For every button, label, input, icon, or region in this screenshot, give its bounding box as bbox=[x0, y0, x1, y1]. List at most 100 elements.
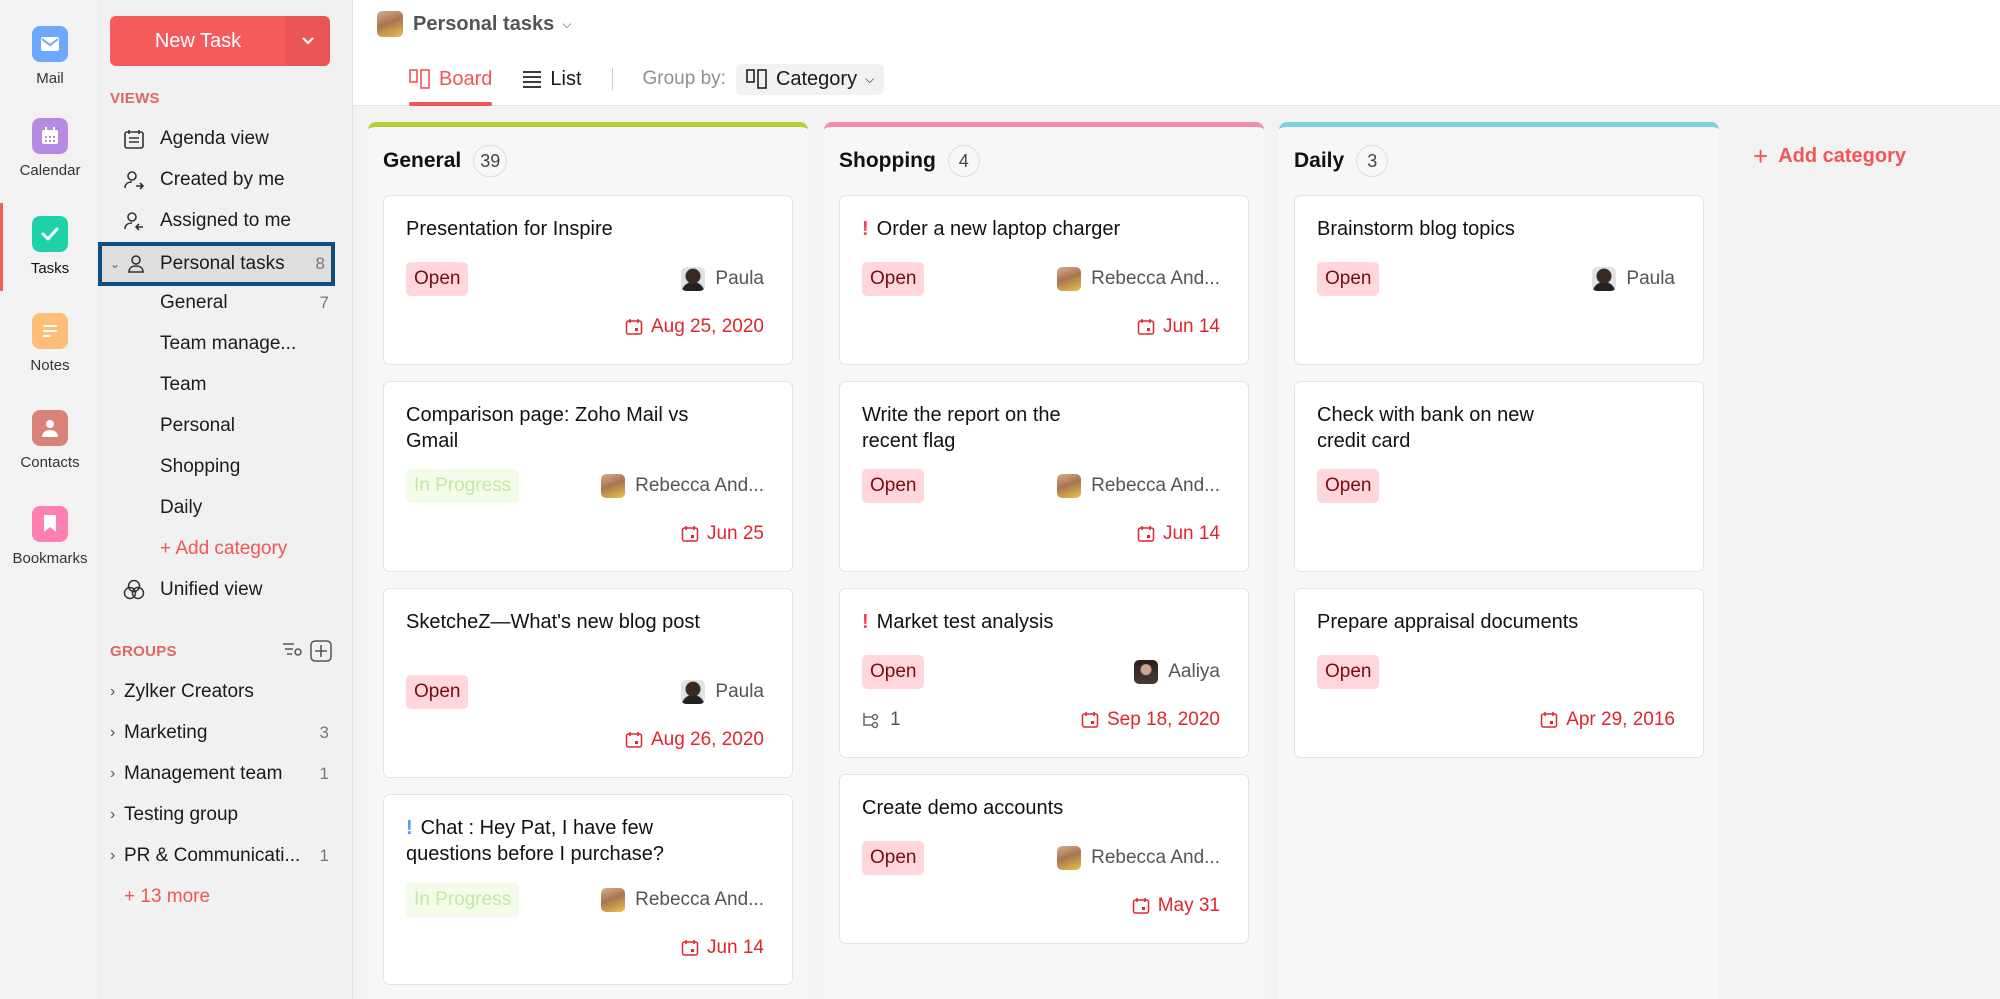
category-shopping[interactable]: Shopping bbox=[100, 449, 353, 485]
view-assigned-to-me[interactable]: Assigned to me bbox=[100, 203, 353, 239]
task-title: SketcheZ—What's new blog post bbox=[406, 611, 700, 633]
app-mail[interactable]: Mail bbox=[0, 26, 100, 87]
tab-list[interactable]: List bbox=[522, 62, 582, 96]
category-daily[interactable]: Daily bbox=[100, 490, 353, 526]
task-card[interactable]: Presentation for Inspire Open Paula Aug … bbox=[383, 195, 793, 365]
assignee[interactable]: Paula bbox=[1592, 267, 1675, 291]
column-header: Shopping 4 bbox=[839, 145, 980, 177]
category-team[interactable]: Team bbox=[100, 367, 353, 403]
due-date[interactable]: Jun 14 bbox=[1137, 523, 1220, 545]
app-tasks[interactable]: Tasks bbox=[0, 216, 100, 277]
group-settings-icon[interactable] bbox=[282, 640, 304, 665]
app-label: Mail bbox=[36, 70, 64, 87]
task-card[interactable]: Comparison page: Zoho Mail vs Gmail In P… bbox=[383, 381, 793, 572]
subtask-count[interactable]: 1 bbox=[862, 709, 901, 731]
due-date[interactable]: May 31 bbox=[1132, 895, 1220, 917]
status-badge[interactable]: Open bbox=[862, 655, 925, 689]
tab-board[interactable]: Board bbox=[409, 62, 493, 106]
assignee[interactable]: Rebecca And... bbox=[1057, 846, 1220, 870]
due-date[interactable]: Jun 25 bbox=[681, 523, 764, 545]
chevron-right-icon[interactable]: › bbox=[110, 847, 115, 865]
assignee[interactable]: Paula bbox=[681, 267, 764, 291]
chevron-down-icon[interactable]: ⌄ bbox=[110, 257, 120, 271]
task-card[interactable]: Create demo accounts Open Rebecca And...… bbox=[839, 774, 1249, 944]
avatar bbox=[1057, 474, 1082, 498]
user-incoming-icon bbox=[122, 209, 146, 233]
add-group-icon[interactable] bbox=[310, 640, 332, 667]
status-badge[interactable]: Open bbox=[1317, 469, 1380, 503]
group-item[interactable]: › Management team 1 bbox=[100, 757, 353, 791]
app-bookmarks[interactable]: Bookmarks bbox=[0, 506, 100, 567]
assignee[interactable]: Rebecca And... bbox=[601, 888, 764, 912]
task-count: 7 bbox=[319, 293, 329, 312]
task-card[interactable]: SketcheZ—What's new blog post Open Paula… bbox=[383, 588, 793, 778]
app-label: Bookmarks bbox=[12, 550, 88, 567]
task-card[interactable]: ! Market test analysis Open Aaliya 1 Sep … bbox=[839, 588, 1249, 758]
chevron-right-icon[interactable]: › bbox=[110, 683, 115, 701]
category-team-manage[interactable]: Team manage... bbox=[100, 326, 353, 362]
column-count: 4 bbox=[947, 145, 980, 177]
view-agenda[interactable]: Agenda view bbox=[100, 121, 353, 157]
due-date[interactable]: Aug 25, 2020 bbox=[625, 316, 764, 338]
due-date[interactable]: Sep 18, 2020 bbox=[1081, 709, 1220, 731]
new-task-button[interactable]: New Task bbox=[110, 16, 330, 66]
avatar bbox=[377, 11, 403, 37]
view-personal-tasks[interactable]: ⌄ Personal tasks 8 bbox=[98, 242, 335, 286]
group-item[interactable]: › PR & Communicati... 1 bbox=[100, 839, 353, 873]
status-badge[interactable]: Open bbox=[406, 262, 469, 296]
project-selector[interactable]: Personal tasks ⌵ bbox=[377, 11, 571, 37]
app-contacts[interactable]: Contacts bbox=[0, 410, 100, 471]
task-title: ! Market test analysis bbox=[862, 611, 1054, 633]
more-groups-link[interactable]: + 13 more bbox=[100, 880, 353, 914]
due-date[interactable]: Jun 14 bbox=[681, 937, 764, 959]
task-card[interactable]: ! Chat : Hey Pat, I have few questions be… bbox=[383, 794, 793, 985]
assignee[interactable]: Rebecca And... bbox=[1057, 474, 1220, 498]
assignee[interactable]: Paula bbox=[681, 680, 764, 704]
contact-icon bbox=[32, 410, 68, 446]
app-notes[interactable]: Notes bbox=[0, 313, 100, 374]
status-badge[interactable]: Open bbox=[406, 675, 469, 709]
new-task-label[interactable]: New Task bbox=[110, 16, 286, 66]
assignee[interactable]: Aaliya bbox=[1134, 660, 1220, 684]
priority-indicator: ! bbox=[406, 817, 413, 839]
group-item[interactable]: › Testing group bbox=[100, 798, 353, 832]
view-created-by-me[interactable]: Created by me bbox=[100, 162, 353, 198]
task-title: Check with bank on new credit card bbox=[1317, 404, 1534, 452]
status-badge[interactable]: Open bbox=[1317, 262, 1380, 296]
user-icon bbox=[124, 252, 148, 276]
status-badge[interactable]: Open bbox=[862, 469, 925, 503]
assignee[interactable]: Rebecca And... bbox=[1057, 267, 1220, 291]
due-date[interactable]: Apr 29, 2016 bbox=[1540, 709, 1675, 731]
task-card[interactable]: Brainstorm blog topics Open Paula bbox=[1294, 195, 1704, 365]
task-card[interactable]: Write the report on the recent flag Open… bbox=[839, 381, 1249, 572]
chevron-right-icon[interactable]: › bbox=[110, 765, 115, 783]
chevron-right-icon[interactable]: › bbox=[110, 724, 115, 742]
task-card[interactable]: Check with bank on new credit card Open bbox=[1294, 381, 1704, 572]
notes-icon bbox=[32, 313, 68, 349]
status-badge[interactable]: Open bbox=[1317, 655, 1380, 689]
task-count: 8 bbox=[315, 254, 325, 273]
views-heading: VIEWS bbox=[110, 90, 160, 107]
task-card[interactable]: ! Order a new laptop charger Open Rebecca… bbox=[839, 195, 1249, 365]
assignee[interactable]: Rebecca And... bbox=[601, 474, 764, 498]
category-general[interactable]: General 7 bbox=[100, 285, 353, 321]
check-icon bbox=[32, 216, 68, 252]
new-task-dropdown[interactable] bbox=[286, 16, 330, 66]
status-badge[interactable]: Open bbox=[862, 841, 925, 875]
add-category-link[interactable]: + Add category bbox=[100, 531, 353, 567]
due-date[interactable]: Aug 26, 2020 bbox=[625, 729, 764, 751]
due-date[interactable]: Jun 14 bbox=[1137, 316, 1220, 338]
add-category-button[interactable]: + Add category bbox=[1753, 141, 1906, 172]
column-count: 39 bbox=[473, 145, 508, 177]
view-unified[interactable]: Unified view bbox=[100, 572, 353, 608]
task-card[interactable]: Prepare appraisal documents Open Apr 29,… bbox=[1294, 588, 1704, 758]
status-badge[interactable]: In Progress bbox=[406, 883, 520, 917]
status-badge[interactable]: In Progress bbox=[406, 469, 520, 503]
group-item[interactable]: › Marketing 3 bbox=[100, 716, 353, 750]
group-by-select[interactable]: Category ⌵ bbox=[735, 63, 885, 95]
app-calendar[interactable]: Calendar bbox=[0, 118, 100, 179]
status-badge[interactable]: Open bbox=[862, 262, 925, 296]
category-personal[interactable]: Personal bbox=[100, 408, 353, 444]
group-item[interactable]: › Zylker Creators bbox=[100, 675, 353, 709]
chevron-right-icon[interactable]: › bbox=[110, 806, 115, 824]
